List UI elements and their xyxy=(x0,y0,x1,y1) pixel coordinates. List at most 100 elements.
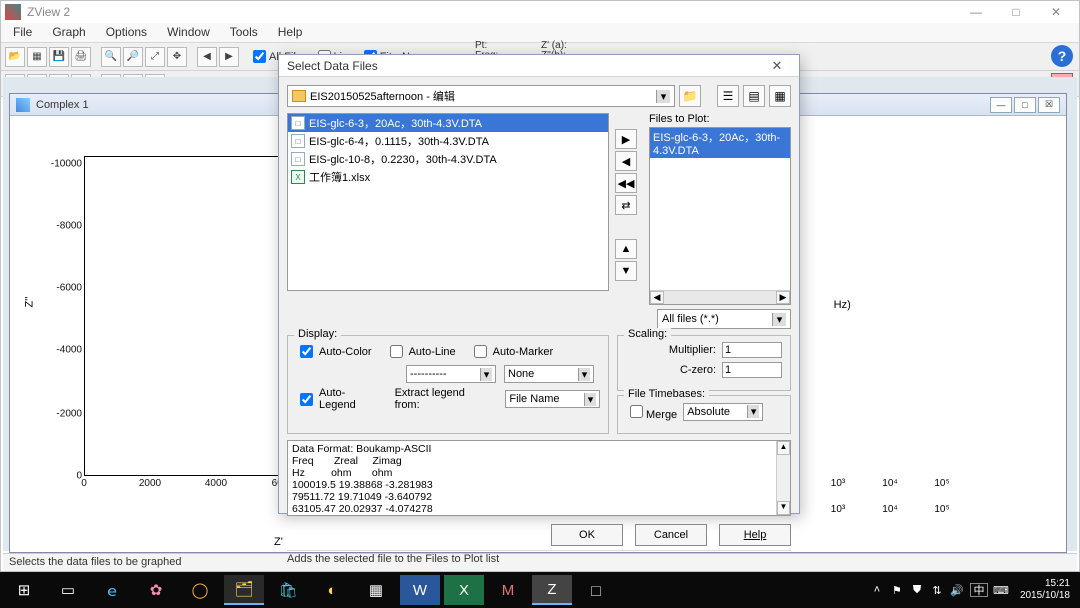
auto-legend-checkbox[interactable]: Auto-Legend xyxy=(296,387,381,411)
list-item[interactable]: □EIS-glc-6-4，0.1115，30th-4.3V.DTA xyxy=(288,132,608,150)
timebase-group: File Timebases: Merge Absolute▾ xyxy=(617,395,791,434)
chevron-down-icon[interactable]: ▾ xyxy=(656,90,670,103)
czero-input[interactable] xyxy=(722,362,782,378)
multiplier-input[interactable] xyxy=(722,342,782,358)
zoom-in-icon[interactable]: 🔍 xyxy=(101,47,121,67)
calc-icon[interactable]: ▦ xyxy=(356,575,396,605)
up-folder-button[interactable]: 📁 xyxy=(679,85,701,107)
cancel-button[interactable]: Cancel xyxy=(635,524,707,546)
data-preview: Data Format: Boukamp-ASCII Freq Zreal Zi… xyxy=(287,440,791,516)
explorer-icon[interactable]: 🗂 xyxy=(224,575,264,605)
file-filter-combo[interactable]: All files (*.*) ▾ xyxy=(657,309,791,329)
app-icon-3[interactable]: ◐ xyxy=(312,575,352,605)
print-icon[interactable]: 🖨 xyxy=(71,47,91,67)
app-icon xyxy=(5,4,21,20)
zoom-out-icon[interactable]: 🔎 xyxy=(123,47,143,67)
app-icon-2[interactable]: ◯ xyxy=(180,575,220,605)
child-close-button[interactable]: ☒ xyxy=(1038,97,1060,113)
tray-clock[interactable]: 15:21 2015/10/18 xyxy=(1014,578,1076,602)
move-up-button[interactable]: ▲ xyxy=(615,239,637,259)
minimize-button[interactable]: — xyxy=(957,2,995,22)
ie-icon[interactable]: ｅ xyxy=(92,575,132,605)
filter-text: All files (*.*) xyxy=(662,313,719,325)
ytick: -10000 xyxy=(51,159,82,170)
zview-task-icon[interactable]: Z xyxy=(532,575,572,605)
tray-network-icon[interactable]: ⇅ xyxy=(930,583,944,597)
store-icon[interactable]: 🛍 xyxy=(268,575,308,605)
arrow-right-icon[interactable]: ▶ xyxy=(219,47,239,67)
files-to-plot-list[interactable]: EIS-glc-6-3，20Ac，30th-4.3V.DTA ◀▶ xyxy=(649,127,791,305)
menu-file[interactable]: File xyxy=(3,23,42,42)
list-item[interactable]: X工作簿1.xlsx xyxy=(288,168,608,186)
line-style-combo[interactable]: ----------▾ xyxy=(406,365,496,383)
grid-icon[interactable]: ▦ xyxy=(27,47,47,67)
view-detail-button[interactable]: ▤ xyxy=(743,85,765,107)
merge-checkbox[interactable]: Merge xyxy=(626,402,677,421)
add-file-button[interactable]: ▶ xyxy=(615,129,637,149)
ytick: -4000 xyxy=(56,345,82,356)
remove-file-button[interactable]: ◀ xyxy=(615,151,637,171)
save-icon[interactable]: 💾 xyxy=(49,47,69,67)
arrow-left-icon[interactable]: ◀ xyxy=(197,47,217,67)
path-text: EIS20150525afternoon - 编辑 xyxy=(310,88,455,104)
app-icon-4[interactable]: M xyxy=(488,575,528,605)
remove-all-button[interactable]: ◀◀ xyxy=(615,173,637,193)
menu-window[interactable]: Window xyxy=(157,23,220,42)
taskbar: ⊞ ▭ ｅ ✿ ◯ 🗂 🛍 ◐ ▦ W X M Z ◻ ˄ ⚑ ⛊ ⇅ 🔊 中 … xyxy=(0,572,1080,608)
h-scrollbar[interactable]: ◀▶ xyxy=(650,290,790,304)
extract-legend-combo[interactable]: File Name▾ xyxy=(505,390,600,408)
app-title: ZView 2 xyxy=(27,5,70,19)
help-button[interactable]: Help xyxy=(719,524,791,546)
auto-color-checkbox[interactable]: Auto-Color xyxy=(296,342,372,361)
open-icon[interactable]: 📂 xyxy=(5,47,25,67)
tray-flag-icon[interactable]: ⚑ xyxy=(890,583,904,597)
v-scrollbar[interactable]: ▲▼ xyxy=(776,441,790,515)
menu-help[interactable]: Help xyxy=(268,23,313,42)
taskview-icon[interactable]: ▭ xyxy=(48,575,88,605)
view-grid-button[interactable]: ▦ xyxy=(769,85,791,107)
word-icon[interactable]: W xyxy=(400,575,440,605)
timebase-combo[interactable]: Absolute▾ xyxy=(683,403,763,421)
list-item[interactable]: □EIS-glc-10-8，0.2230，30th-4.3V.DTA xyxy=(288,150,608,168)
marker-style-combo[interactable]: None▾ xyxy=(504,365,594,383)
child-max-button[interactable]: □ xyxy=(1014,97,1036,113)
complex-title: Complex 1 xyxy=(36,99,89,111)
tray-sound-icon[interactable]: 🔊 xyxy=(950,583,964,597)
cursor-icon[interactable]: ✥ xyxy=(167,47,187,67)
excel-icon[interactable]: X xyxy=(444,575,484,605)
app-icon-1[interactable]: ✿ xyxy=(136,575,176,605)
list-item[interactable]: EIS-glc-6-3，20Ac，30th-4.3V.DTA xyxy=(650,128,790,158)
child-min-button[interactable]: — xyxy=(990,97,1012,113)
source-file-list[interactable]: □EIS-glc-6-3，20Ac，30th-4.3V.DTA□EIS-glc-… xyxy=(287,113,609,291)
dialog-close-button[interactable]: ✕ xyxy=(763,58,791,74)
menu-options[interactable]: Options xyxy=(96,23,157,42)
tray-shield-icon[interactable]: ⛊ xyxy=(910,583,924,597)
start-button[interactable]: ⊞ xyxy=(4,575,44,605)
menu-graph[interactable]: Graph xyxy=(42,23,95,42)
close-button[interactable]: ✕ xyxy=(1037,2,1075,22)
help-icon[interactable]: ? xyxy=(1051,45,1073,67)
path-combo[interactable]: EIS20150525afternoon - 编辑 ▾ xyxy=(287,85,675,107)
maximize-button[interactable]: □ xyxy=(997,2,1035,22)
auto-line-checkbox[interactable]: Auto-Line xyxy=(386,342,456,361)
xtick2b: 10³ xyxy=(831,504,845,515)
scaling-label: Scaling: xyxy=(624,328,671,340)
tray-keyboard-icon[interactable]: ⌨ xyxy=(994,583,1008,597)
auto-marker-checkbox[interactable]: Auto-Marker xyxy=(470,342,554,361)
view-list-button[interactable]: ☰ xyxy=(717,85,739,107)
list-item[interactable]: □EIS-glc-6-3，20Ac，30th-4.3V.DTA xyxy=(288,114,608,132)
scaling-group: Scaling: Multiplier: C-zero: xyxy=(617,335,791,391)
tray-lang-icon[interactable]: 中 xyxy=(970,583,988,597)
multiplier-label: Multiplier: xyxy=(626,344,716,356)
app-icon-5[interactable]: ◻ xyxy=(576,575,616,605)
dialog-status: Adds the selected file to the Files to P… xyxy=(287,550,791,565)
tray-up-icon[interactable]: ˄ xyxy=(870,583,884,597)
xtick: 2000 xyxy=(139,478,161,489)
move-down-button[interactable]: ▼ xyxy=(615,261,637,281)
xtick2: 10⁵ xyxy=(934,478,949,489)
ok-button[interactable]: OK xyxy=(551,524,623,546)
swap-button[interactable]: ⇄ xyxy=(615,195,637,215)
menu-tools[interactable]: Tools xyxy=(220,23,268,42)
zoom-fit-icon[interactable]: ⤢ xyxy=(145,47,165,67)
main-titlebar: ZView 2 — □ ✕ xyxy=(1,1,1079,23)
